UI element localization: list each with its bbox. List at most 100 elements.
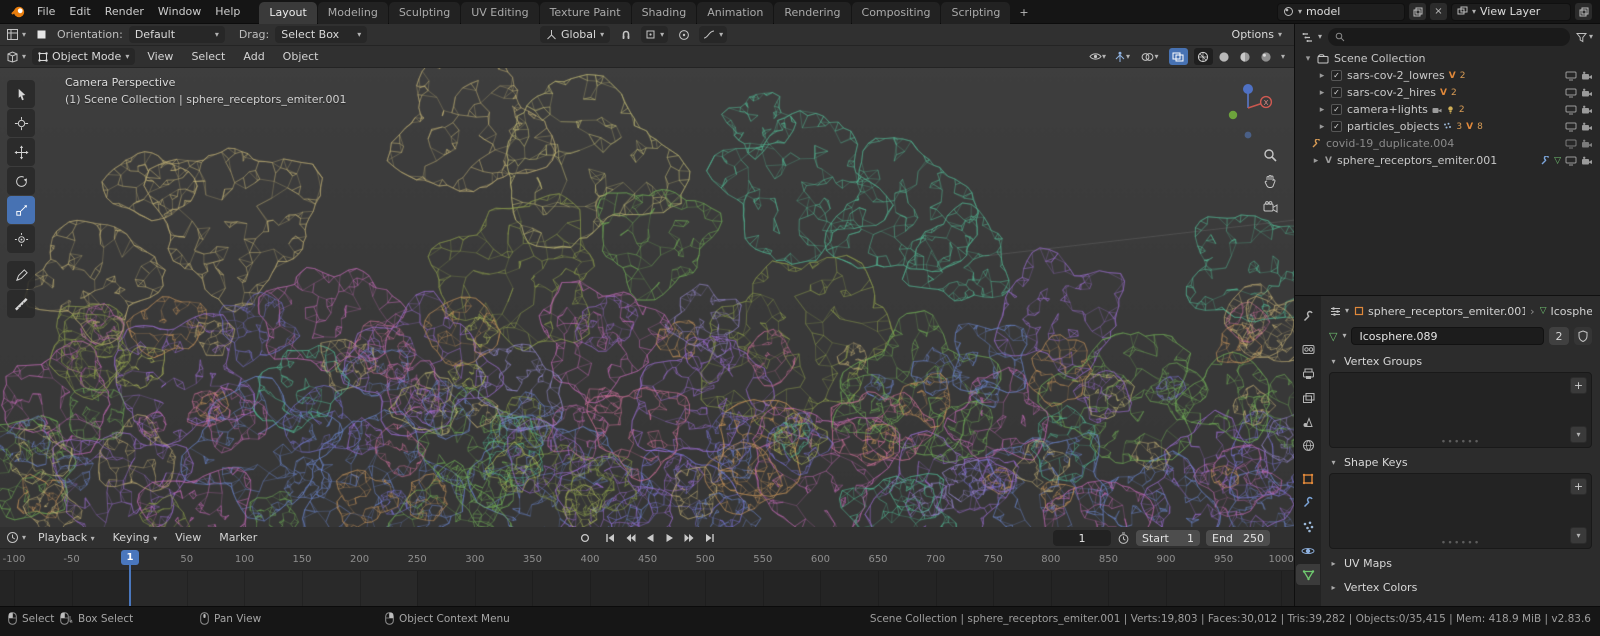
hide-in-viewport-icon[interactable] xyxy=(1565,88,1577,98)
menu-file[interactable]: File xyxy=(30,0,62,23)
active-tool-icon[interactable] xyxy=(32,26,51,43)
viewport-3d[interactable]: Camera Perspective (1) Scene Collection … xyxy=(0,68,1294,527)
hide-in-viewport-icon[interactable] xyxy=(1565,122,1577,132)
snap-settings-dropdown[interactable]: ▾ xyxy=(641,26,669,43)
outliner-row-object[interactable]: covid-19_duplicate.004 xyxy=(1295,135,1600,152)
toggle-xray-button[interactable] xyxy=(1168,48,1188,65)
workspace-tab-animation[interactable]: Animation xyxy=(697,1,774,24)
menu-help[interactable]: Help xyxy=(208,0,247,23)
menu-add[interactable]: Add xyxy=(237,50,270,63)
vertex-group-specials-menu[interactable]: ▾ xyxy=(1570,426,1587,443)
timeline-body[interactable] xyxy=(0,571,1294,606)
shape-keys-list[interactable]: + ▾ ∙∙∙∙∙∙ xyxy=(1329,473,1592,549)
end-frame-field[interactable]: End 250 xyxy=(1206,530,1270,546)
hide-in-viewport-icon[interactable] xyxy=(1565,105,1577,115)
tool-move[interactable] xyxy=(7,138,35,166)
previous-keyframe-button[interactable] xyxy=(621,529,638,546)
panel-resize-grip[interactable]: ∙∙∙∙∙∙ xyxy=(1441,539,1481,548)
properties-tab-output[interactable] xyxy=(1296,363,1320,384)
disclosure-triangle-icon[interactable]: ▾ xyxy=(1303,54,1313,64)
panel-resize-grip[interactable]: ∙∙∙∙∙∙ xyxy=(1441,438,1481,447)
scene-selector[interactable]: ▾ model xyxy=(1277,2,1405,21)
timeline-ruler[interactable]: -100-50050100150200250300350400450500550… xyxy=(0,549,1294,571)
unlink-scene-button[interactable]: × xyxy=(1430,3,1447,20)
workspace-tab-uv-editing[interactable]: UV Editing xyxy=(461,1,539,24)
new-view-layer-button[interactable] xyxy=(1575,3,1592,20)
viewport-canvas[interactable] xyxy=(0,68,1294,527)
options-dropdown[interactable]: Options ▾ xyxy=(1226,26,1288,43)
menu-view[interactable]: View xyxy=(141,50,179,63)
tool-select-box[interactable] xyxy=(7,80,35,108)
workspace-tab-layout[interactable]: Layout xyxy=(259,1,317,24)
disable-in-renders-icon[interactable] xyxy=(1581,156,1593,166)
hide-in-viewport-icon[interactable] xyxy=(1565,139,1577,149)
disable-in-renders-icon[interactable] xyxy=(1581,71,1593,81)
view-layer-selector[interactable]: ▾ View Layer xyxy=(1451,2,1571,21)
outliner-row-scene-collection[interactable]: ▾ Scene Collection xyxy=(1295,50,1600,67)
outliner-row-object-active[interactable]: ▸ V sphere_receptors_emiter.001 ▽ xyxy=(1295,152,1600,169)
timeline-track-area[interactable]: -100-50050100150200250300350400450500550… xyxy=(0,549,1294,606)
tool-scale[interactable] xyxy=(7,196,35,224)
properties-tab-physics[interactable] xyxy=(1296,540,1320,561)
outliner-row-collection[interactable]: ▸ ✓ camera+lights 2 xyxy=(1295,101,1600,118)
add-shape-key-button[interactable]: + xyxy=(1570,478,1587,495)
menu-view-timeline[interactable]: View xyxy=(169,531,207,544)
proportional-falloff-dropdown[interactable]: ▾ xyxy=(699,26,728,43)
tool-measure[interactable] xyxy=(7,290,35,318)
shape-key-specials-menu[interactable]: ▾ xyxy=(1570,527,1587,544)
disclosure-triangle-icon[interactable]: ▸ xyxy=(1317,122,1327,132)
workspace-tab-modeling[interactable]: Modeling xyxy=(317,1,388,24)
shading-material-button[interactable] xyxy=(1236,48,1255,65)
current-frame-field[interactable]: 1 xyxy=(1053,530,1111,546)
workspace-tab-shading[interactable]: Shading xyxy=(631,1,697,24)
disable-in-renders-icon[interactable] xyxy=(1581,105,1593,115)
breadcrumb-data[interactable]: ▽ Icosphe xyxy=(1540,305,1592,318)
timeline-editor-type-button[interactable]: ▾ xyxy=(6,531,26,544)
tool-cursor[interactable] xyxy=(7,109,35,137)
add-workspace-button[interactable]: + xyxy=(1011,2,1036,24)
vertex-colors-header[interactable]: ▸ Vertex Colors xyxy=(1329,578,1592,597)
shading-rendered-button[interactable] xyxy=(1257,48,1276,65)
menu-playback[interactable]: Playback ▾ xyxy=(32,531,101,544)
mode-dropdown[interactable]: Object Mode ▾ xyxy=(32,48,136,65)
tool-annotate[interactable] xyxy=(7,261,35,289)
collection-checkbox[interactable]: ✓ xyxy=(1331,121,1342,132)
new-scene-button[interactable] xyxy=(1409,3,1426,20)
menu-marker[interactable]: Marker xyxy=(213,531,263,544)
properties-tab-modifiers[interactable] xyxy=(1296,492,1320,513)
collection-checkbox[interactable]: ✓ xyxy=(1331,87,1342,98)
disclosure-triangle-icon[interactable]: ▸ xyxy=(1317,71,1327,81)
disable-in-renders-icon[interactable] xyxy=(1581,139,1593,149)
menu-select[interactable]: Select xyxy=(185,50,231,63)
show-overlays-dropdown[interactable]: ▾ xyxy=(1137,48,1163,65)
workspace-tab-texture-paint[interactable]: Texture Paint xyxy=(539,1,631,24)
camera-view-button[interactable] xyxy=(1259,196,1281,218)
editor-type-button[interactable]: ▾ xyxy=(6,28,26,41)
shading-dropdown[interactable]: ▾ xyxy=(1278,52,1288,61)
workspace-tab-compositing[interactable]: Compositing xyxy=(851,1,941,24)
viewport-editor-type-button[interactable]: ▾ xyxy=(6,50,26,63)
shading-wireframe-button[interactable] xyxy=(1193,48,1213,65)
menu-edit[interactable]: Edit xyxy=(62,0,97,23)
shape-keys-header[interactable]: ▾ Shape Keys xyxy=(1329,453,1592,472)
properties-tab-object[interactable] xyxy=(1296,468,1320,489)
start-frame-field[interactable]: Start 1 xyxy=(1136,530,1200,546)
mesh-name-field[interactable]: Icosphere.089 xyxy=(1351,327,1544,345)
breadcrumb-object[interactable]: sphere_receptors_emiter.001 xyxy=(1354,305,1525,318)
outliner-row-collection[interactable]: ▸ ✓ sars-cov-2_lowres V 2 xyxy=(1295,67,1600,84)
fake-user-shield-icon[interactable] xyxy=(1574,327,1592,345)
menu-keying[interactable]: Keying ▾ xyxy=(107,531,163,544)
jump-to-end-button[interactable] xyxy=(701,529,718,546)
play-button[interactable] xyxy=(661,529,678,546)
object-type-visibility-dropdown[interactable]: ▾ xyxy=(1088,48,1107,65)
add-vertex-group-button[interactable]: + xyxy=(1570,377,1587,394)
jump-to-start-button[interactable] xyxy=(601,529,618,546)
hide-in-viewport-icon[interactable] xyxy=(1565,71,1577,81)
properties-tab-view-layer[interactable] xyxy=(1296,387,1320,408)
drag-dropdown[interactable]: Select Box ▾ xyxy=(275,26,368,43)
vertex-groups-header[interactable]: ▾ Vertex Groups xyxy=(1329,352,1592,371)
properties-tab-object-data[interactable] xyxy=(1296,564,1320,585)
menu-render[interactable]: Render xyxy=(98,0,151,23)
tool-transform[interactable] xyxy=(7,225,35,253)
vertex-groups-list[interactable]: + ▾ ∙∙∙∙∙∙ xyxy=(1329,372,1592,448)
